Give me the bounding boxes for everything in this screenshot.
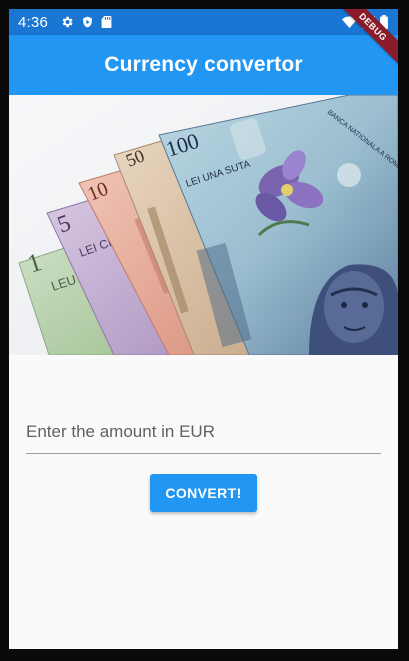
amount-input[interactable] <box>26 404 381 453</box>
amount-field[interactable] <box>26 404 381 454</box>
gear-icon <box>62 16 73 28</box>
convert-button[interactable]: CONVERT! <box>150 474 257 512</box>
banknotes-illustration: 1 LEU 5 LEI CINCI 10 50 100 LEI UNA SUTA <box>9 95 398 355</box>
banknotes-image: 1 LEU 5 LEI CINCI 10 50 100 LEI UNA SUTA <box>9 95 398 355</box>
status-time: 4:36 <box>18 13 48 31</box>
status-icons-left <box>60 15 112 29</box>
app-screen: 4:36 Currency convertor DEBUG 1 LEU 5 LE… <box>9 9 398 649</box>
device-frame: 4:36 Currency convertor DEBUG 1 LEU 5 LE… <box>0 0 409 661</box>
shield-play-icon <box>83 16 92 28</box>
sd-card-icon <box>101 15 112 29</box>
app-title: Currency convertor <box>104 53 303 76</box>
status-bar: 4:36 <box>9 9 398 35</box>
app-bar: Currency convertor <box>9 35 398 95</box>
